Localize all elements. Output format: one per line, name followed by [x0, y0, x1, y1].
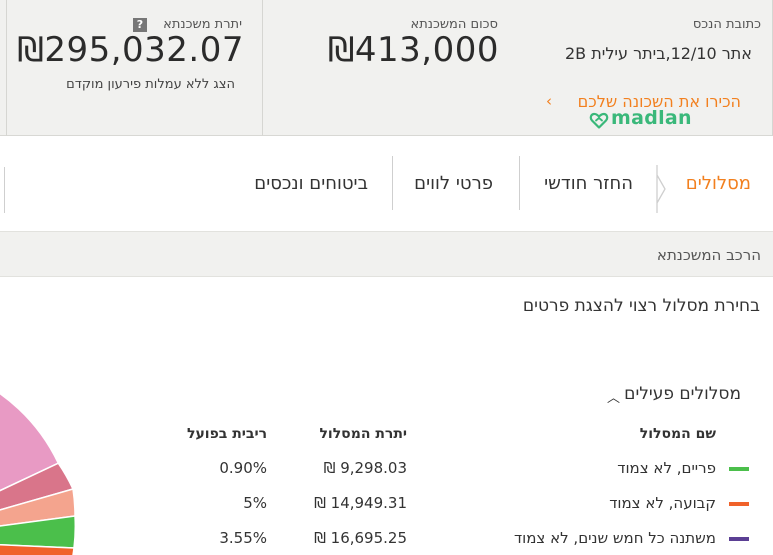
tab-tracks[interactable]: מסלולים [686, 173, 751, 194]
mortgage-amount-value: ₪413,000 [327, 30, 499, 70]
tab-borrowers[interactable]: פרטי לווים [414, 173, 493, 194]
chevron-up-icon[interactable]: ︿ [607, 387, 620, 406]
heart-house-icon [589, 112, 609, 129]
tab-divider [519, 156, 520, 210]
show-without-fees-link[interactable]: הצג ללא עמלות פירעון מוקדם [66, 77, 235, 92]
col-header-track-name: שם המסלול [639, 426, 716, 442]
balance-value: ₪295,032.07 [17, 30, 244, 70]
track-name: פריים, לא צמוד [617, 459, 716, 477]
track-color-swatch [729, 502, 749, 506]
tab-insurance-assets[interactable]: ביטוחים ונכסים [254, 173, 368, 194]
madlan-brand-text: madlan [611, 107, 692, 129]
track-balance: ₪ 16,695.25 [314, 529, 407, 547]
track-rate: 5% [243, 494, 267, 512]
madlan-logo[interactable]: madlan [589, 107, 692, 131]
mortgage-amount-card: סכום המשכנתא ₪413,000 [262, 0, 517, 136]
track-rate: 3.55% [219, 529, 267, 547]
chevron-left-icon[interactable]: ‹ [546, 92, 552, 110]
section-title: הרכב המשכנתא [656, 246, 761, 264]
mortgage-composition-header: הרכב המשכנתא [0, 231, 773, 277]
table-row[interactable]: משתנה כל חמש שנים, לא צמוד ₪ 16,695.25 3… [0, 529, 773, 555]
track-color-swatch [729, 467, 749, 471]
mortgage-balance-card: יתרת משכנתא ? ₪295,032.07 הצג ללא עמלות … [6, 0, 262, 136]
track-balance: ₪ 14,949.31 [314, 494, 407, 512]
track-color-swatch [729, 537, 749, 541]
property-address-card: כתובת הנכס 2B אתר 12/10,ביתר עילית ‹ הכי… [517, 0, 773, 136]
tab-divider [392, 156, 393, 210]
tab-monthly-payment[interactable]: החזר חודשי [544, 173, 633, 194]
track-rate: 0.90% [219, 459, 267, 477]
table-row[interactable]: פריים, לא צמוד ₪ 9,298.03 0.90% [0, 459, 773, 489]
mortgage-summary: כתובת הנכס 2B אתר 12/10,ביתר עילית ‹ הכי… [0, 0, 773, 136]
track-instruction: בחירת מסלול רצוי להצגת פרטים [522, 296, 760, 316]
col-header-effective-rate: ריבית בפועל [187, 426, 267, 442]
tab-bar: מסלולים החזר חודשי פרטי לווים ביטוחים ונ… [0, 137, 773, 231]
active-tab-arrow [656, 165, 666, 213]
address-label: כתובת הנכס [692, 17, 761, 32]
tab-divider [4, 167, 5, 213]
col-header-track-balance: יתרת המסלול [319, 426, 407, 442]
table-row[interactable]: קבועה, לא צמוד ₪ 14,949.31 5% [0, 494, 773, 524]
active-tracks-toggle[interactable]: מסלולים פעילים [624, 384, 741, 404]
track-balance: ₪ 9,298.03 [323, 459, 407, 477]
track-name: משתנה כל חמש שנים, לא צמוד [513, 529, 716, 547]
address-value: 2B אתר 12/10,ביתר עילית [564, 44, 752, 63]
track-name: קבועה, לא צמוד [609, 494, 716, 512]
